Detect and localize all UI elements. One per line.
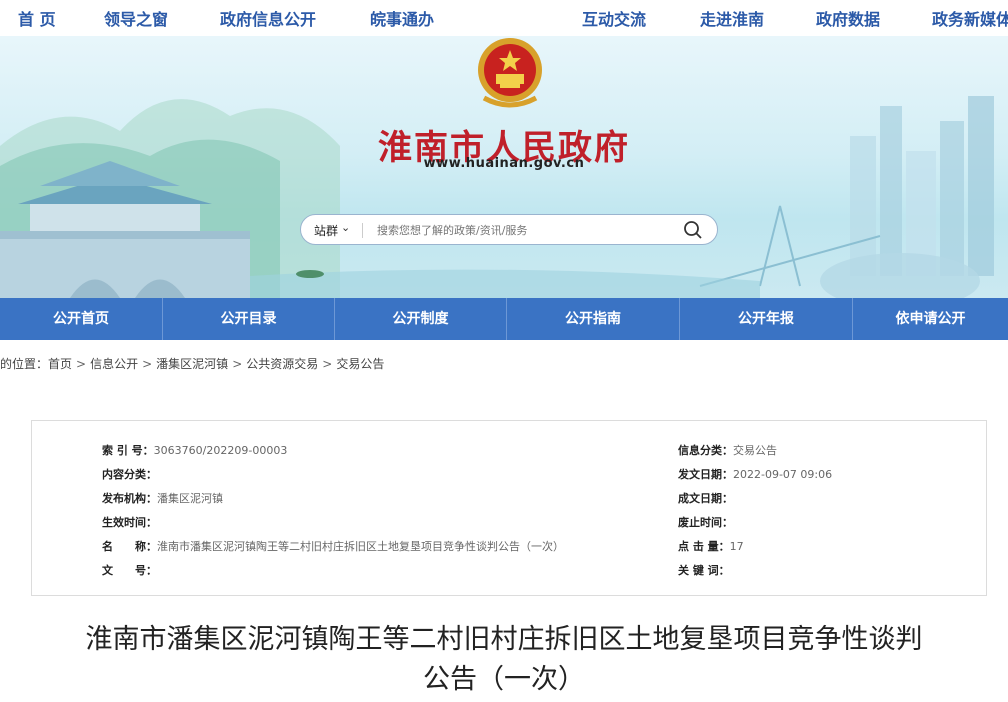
breadcrumb-separator: > — [232, 357, 243, 371]
site-url: www.huainan.gov.cn — [423, 156, 585, 171]
document-title-line-2: 公告（一次） — [423, 664, 585, 695]
breadcrumb-separator: > — [76, 357, 87, 371]
topnav-new-media[interactable]: 政务新媒体 — [932, 6, 1008, 30]
breadcrumb-prefix: 您的位置： — [0, 357, 49, 371]
search-icon[interactable] — [683, 220, 703, 240]
breadcrumb-trading-notice[interactable]: 交易公告 — [336, 357, 384, 371]
top-navigation: 首 页 领导之窗 政府信息公开 皖事通办 互动交流 走进淮南 政府数据 政务新媒… — [0, 0, 1008, 38]
search-divider — [362, 223, 363, 238]
breadcrumb-home[interactable]: 首页 — [48, 357, 72, 371]
breadcrumb-info-disclosure[interactable]: 信息公开 — [90, 357, 138, 371]
tab-disclosure-guide[interactable]: 公开指南 — [507, 298, 679, 340]
topnav-interaction[interactable]: 互动交流 — [582, 6, 646, 30]
breadcrumb-public-resource-trading[interactable]: 公共资源交易 — [246, 357, 318, 371]
tab-annual-report[interactable]: 公开年报 — [680, 298, 852, 340]
breadcrumb-separator: > — [142, 357, 153, 371]
search-input[interactable] — [377, 220, 667, 240]
national-emblem-icon — [478, 38, 542, 108]
breadcrumb: 您的位置：首页>信息公开>潘集区泥河镇>公共资源交易>交易公告 — [0, 355, 384, 372]
breadcrumb-separator: > — [322, 357, 333, 371]
header-banner: 淮南市人民政府 www.huainan.gov.cn 站群 ⌄ — [0, 36, 1008, 298]
document-metadata-table: 索 引 号：3063760/202209-00003 内容分类： 发布机构：潘集… — [31, 420, 987, 596]
topnav-home[interactable]: 首 页 — [18, 6, 56, 30]
topnav-about-huainan[interactable]: 走进淮南 — [700, 6, 764, 30]
meta-publisher: 发布机构：潘集区泥河镇 — [102, 492, 223, 505]
meta-keywords: 关 键 词： — [678, 564, 730, 577]
tab-disclosure-catalog[interactable]: 公开目录 — [163, 298, 334, 340]
meta-effective-date: 生效时间： — [102, 516, 157, 529]
search-box: 站群 ⌄ — [300, 214, 718, 245]
topnav-gov-data[interactable]: 政府数据 — [816, 6, 880, 30]
document-title: 淮南市潘集区泥河镇陶王等二村旧村庄拆旧区土地复垦项目竞争性谈判 公告（一次） — [0, 620, 1008, 700]
topnav-services[interactable]: 皖事通办 — [370, 6, 434, 30]
meta-click-count: 点 击 量：17 — [678, 540, 744, 553]
topnav-info-disclosure[interactable]: 政府信息公开 — [220, 6, 317, 38]
meta-index-number: 索 引 号：3063760/202209-00003 — [102, 444, 288, 457]
meta-document-name: 名 称：淮南市潘集区泥河镇陶王等二村旧村庄拆旧区土地复垦项目竞争性谈判公告（一次… — [102, 540, 564, 553]
chevron-down-icon[interactable]: ⌄ — [341, 221, 350, 234]
search-scope-select[interactable]: 站群 — [314, 222, 338, 239]
meta-expiry-date: 废止时间： — [678, 516, 733, 529]
disclosure-navigation: 公开首页 公开目录 公开制度 公开指南 公开年报 依申请公开 — [0, 298, 1008, 340]
tab-application-disclosure[interactable]: 依申请公开 — [853, 298, 1008, 340]
meta-info-category: 信息分类：交易公告 — [678, 444, 777, 457]
meta-content-category: 内容分类： — [102, 468, 157, 481]
tab-disclosure-home[interactable]: 公开首页 — [0, 298, 162, 340]
tab-disclosure-system[interactable]: 公开制度 — [335, 298, 506, 340]
meta-publish-date: 发文日期：2022-09-07 09:06 — [678, 468, 833, 481]
meta-written-date: 成文日期： — [678, 492, 733, 505]
document-title-line-1: 淮南市潘集区泥河镇陶王等二村旧村庄拆旧区土地复垦项目竞争性谈判 — [85, 624, 923, 655]
breadcrumb-nihe-town[interactable]: 潘集区泥河镇 — [156, 357, 228, 371]
topnav-leaders[interactable]: 领导之窗 — [104, 6, 168, 30]
meta-document-number: 文 号： — [102, 564, 157, 577]
